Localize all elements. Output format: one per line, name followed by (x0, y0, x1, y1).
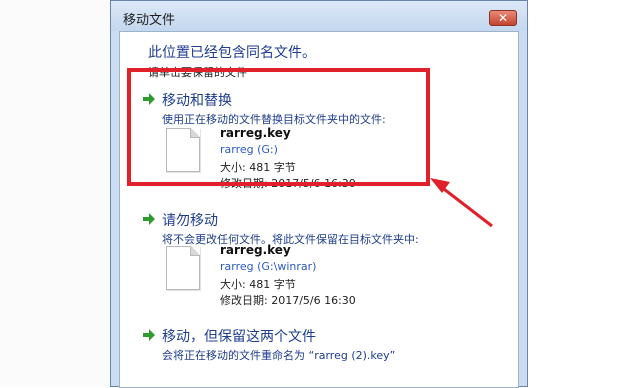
option-title: 移动，但保留这两个文件 (162, 329, 316, 345)
option-move-keep-both[interactable]: 移动，但保留这两个文件 会将正在移动的文件重命名为 “rarreg (2).ke… (142, 326, 502, 366)
highlight-box (127, 68, 430, 186)
background-panel (0, 0, 110, 387)
file-icon (166, 246, 200, 290)
file-size: 大小: 481 字节 (220, 278, 296, 291)
file-name: rarreg.key (220, 243, 291, 257)
title-bar[interactable]: 移动文件 ✕ (111, 1, 527, 31)
file-modified-date: 修改日期: 2017/5/6 16:30 (220, 294, 356, 307)
dialog-title: 移动文件 (123, 13, 176, 28)
green-arrow-icon (143, 213, 155, 225)
close-icon: ✕ (497, 11, 509, 25)
option-title: 请勿移动 (162, 213, 218, 229)
red-arrow-icon (430, 178, 493, 228)
green-arrow-icon (143, 329, 155, 341)
option-description: 会将正在移动的文件重命名为 “rarreg (2).key” (162, 349, 396, 362)
file-location: rarreg (G:\winrar) (220, 260, 317, 273)
close-button[interactable]: ✕ (489, 10, 517, 26)
background-right (528, 0, 640, 387)
conflict-heading: 此位置已经包含同名文件。 (148, 45, 316, 61)
